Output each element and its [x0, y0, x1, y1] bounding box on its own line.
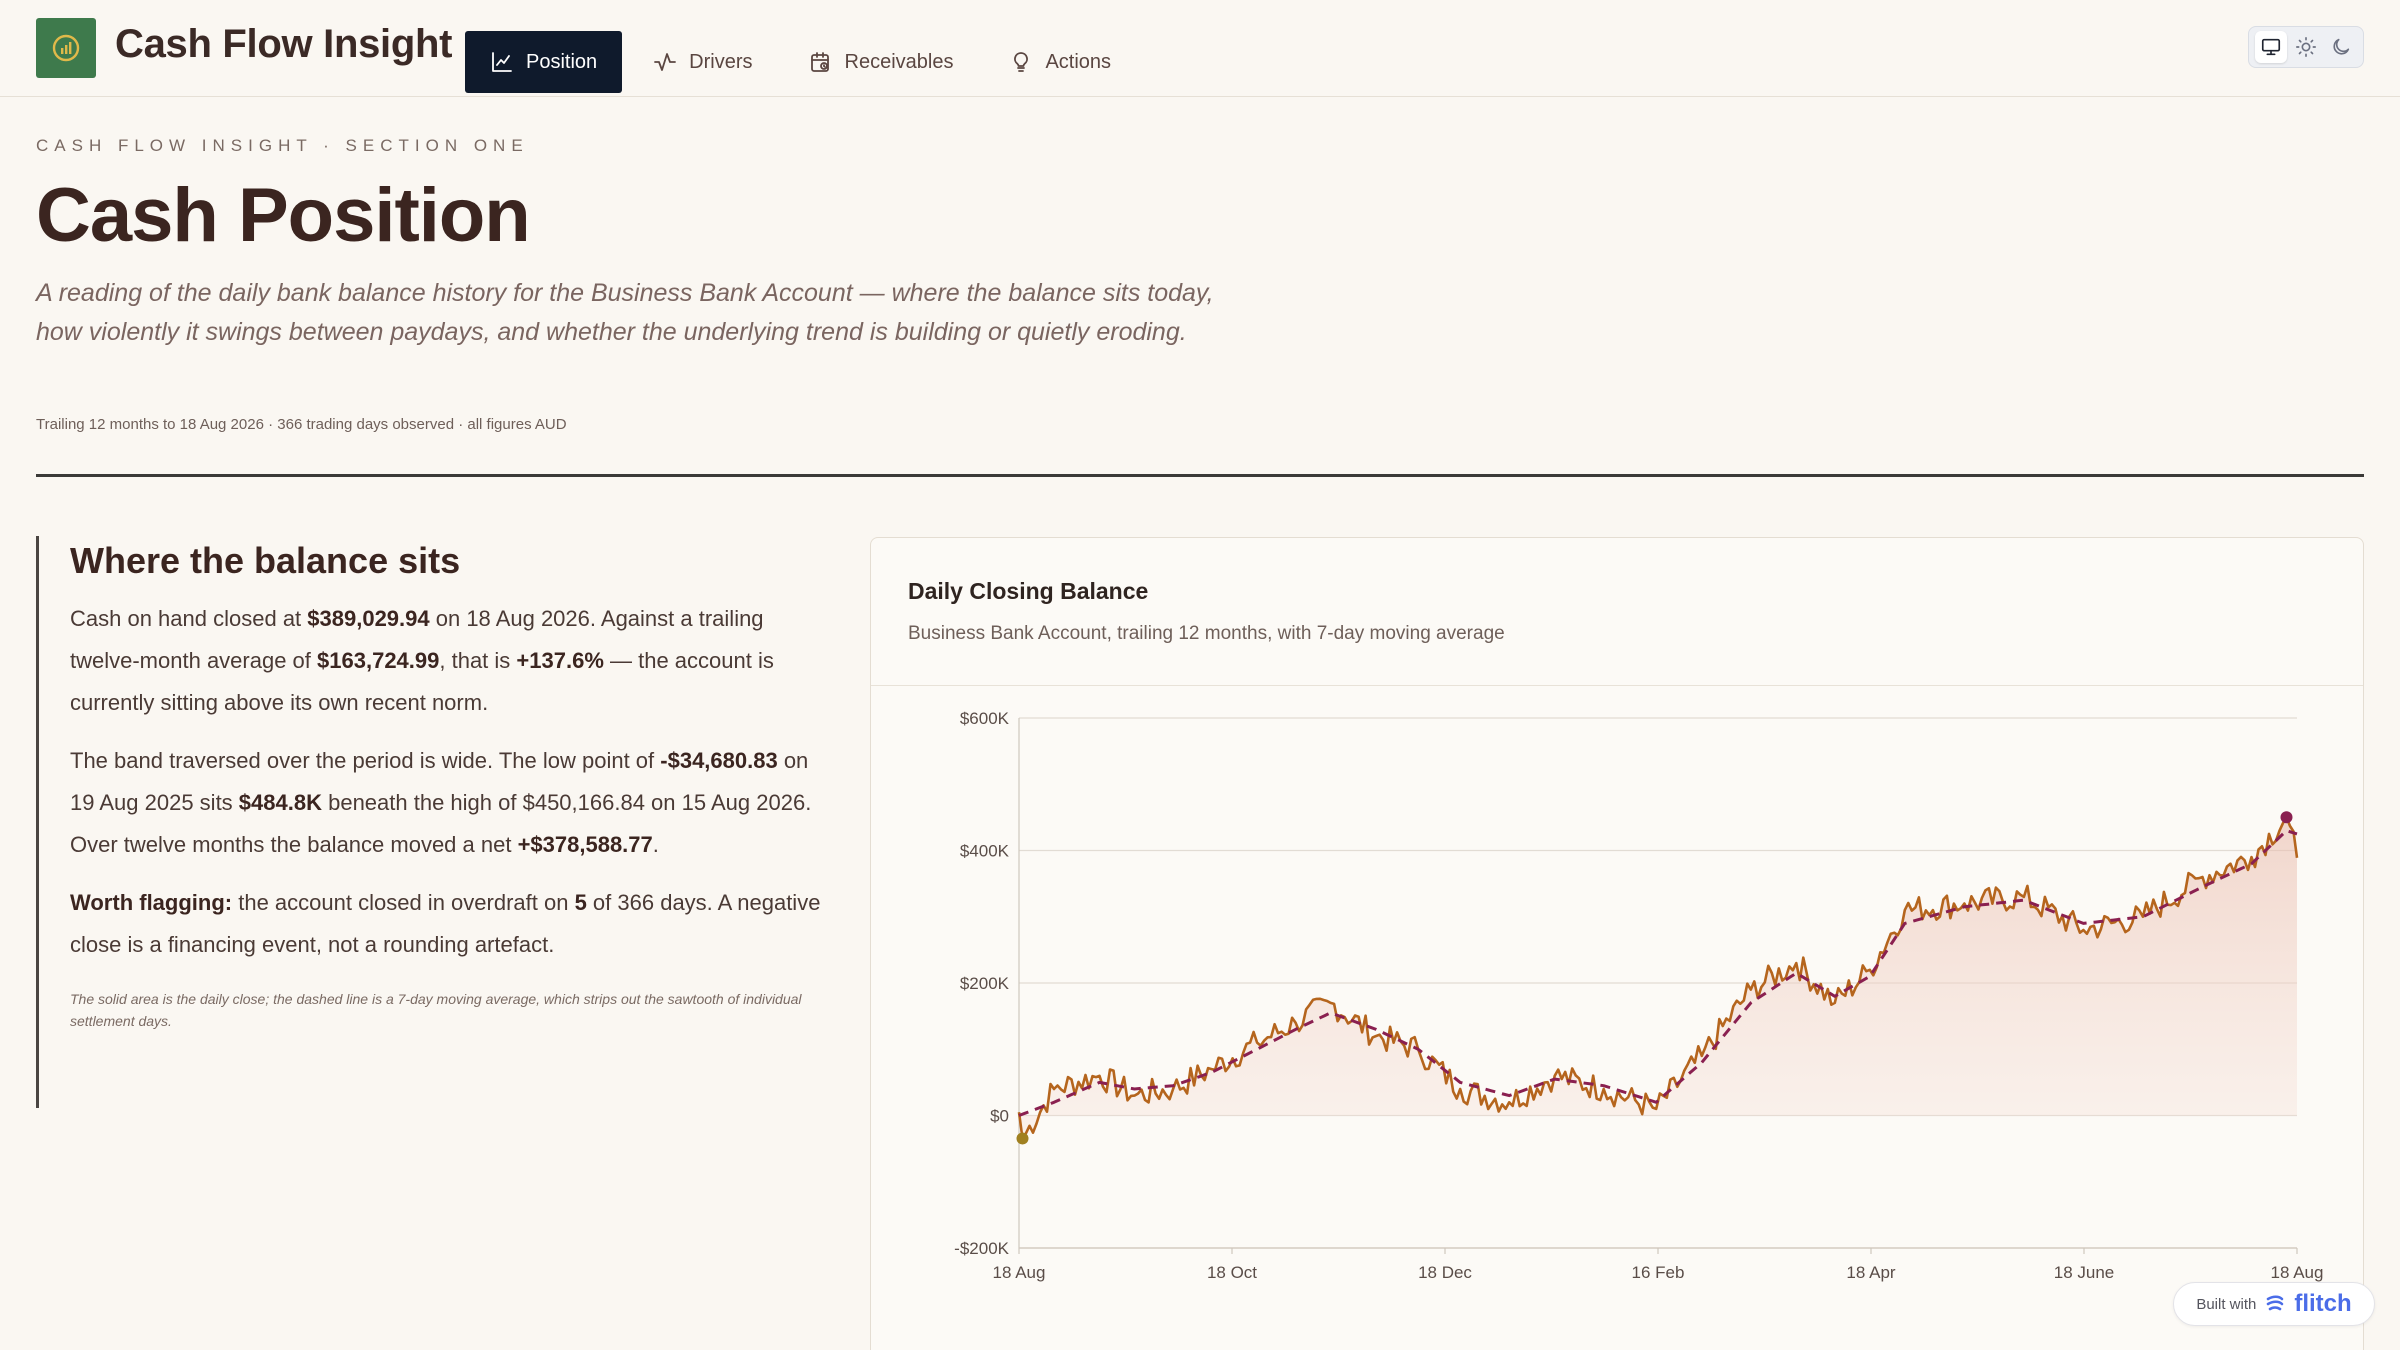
y-tick-label: $200K	[960, 974, 1010, 993]
text: , that is	[439, 648, 517, 673]
nav-tab-receivables[interactable]: Receivables	[784, 31, 979, 93]
average-balance: $163,724.99	[317, 648, 440, 673]
theme-light-button[interactable]	[2290, 31, 2322, 63]
extreme-point-marker[interactable]	[1016, 1132, 1029, 1145]
built-with-badge[interactable]: Built with flitch	[2173, 1282, 2375, 1326]
flag-label: Worth flagging:	[70, 890, 233, 915]
top-bar: Cash Flow Insight Position Drivers Recei…	[0, 0, 2400, 97]
low-balance: -$34,680.83	[660, 748, 778, 773]
badge-prefix: Built with	[2196, 1295, 2257, 1313]
chart-title: Daily Closing Balance	[908, 578, 1149, 604]
y-tick-label: $0	[990, 1107, 1009, 1126]
activity-icon	[654, 53, 677, 71]
chart-card-header: Daily Closing Balance Business Bank Acco…	[871, 538, 2363, 686]
net-movement: +$378,588.77	[517, 832, 653, 857]
closing-balance: $389,029.94	[307, 606, 430, 631]
text: .	[652, 832, 659, 857]
theme-dark-button[interactable]	[2325, 31, 2357, 63]
nav-tab-drivers[interactable]: Drivers	[628, 31, 777, 93]
text: The band traversed over the period is wi…	[70, 748, 661, 773]
moon-icon	[2333, 38, 2350, 55]
extreme-point-marker[interactable]	[2280, 811, 2293, 824]
pct-above-average: +137.6%	[516, 648, 604, 673]
range-gap: $484.8K	[238, 790, 322, 815]
x-tick-label: 18 Apr	[1846, 1263, 1895, 1282]
monitor-icon	[2261, 38, 2280, 56]
nav-tab-label: Actions	[1045, 50, 1112, 73]
lightbulb-icon	[1014, 52, 1029, 72]
app-title: Cash Flow Insight	[115, 22, 453, 66]
sun-icon	[2295, 37, 2316, 57]
chart-card: Daily Closing Balance Business Bank Acco…	[870, 537, 2364, 1350]
main-nav: Position Drivers Receivables Actions	[465, 31, 1136, 93]
nav-tab-label: Receivables	[844, 50, 954, 73]
section-divider	[36, 474, 2364, 477]
nav-tab-actions[interactable]: Actions	[984, 31, 1136, 93]
page-lede: A reading of the daily bank balance hist…	[36, 279, 1214, 346]
nav-tab-label: Drivers	[689, 50, 753, 73]
narrative-panel: Where the balance sits Cash on hand clos…	[36, 536, 826, 1108]
bar-chart-circle-icon	[52, 34, 80, 62]
narrative-paragraph: Cash on hand closed at $389,029.94 on 18…	[70, 598, 826, 724]
daily-close-area	[1019, 817, 2297, 1139]
y-tick-label: $400K	[960, 842, 1010, 861]
narrative-paragraph: The band traversed over the period is wi…	[70, 740, 826, 866]
overdraft-days: 5	[574, 890, 587, 915]
nav-tab-position[interactable]: Position	[465, 31, 623, 93]
x-tick-label: 18 Aug	[2271, 1263, 2324, 1282]
theme-system-button[interactable]	[2254, 31, 2287, 63]
badge-brand: flitch	[2294, 1290, 2352, 1317]
nav-tab-label: Position	[526, 50, 598, 73]
x-tick-label: 16 Feb	[1632, 1263, 1685, 1282]
narrative-title: Where the balance sits	[70, 540, 461, 581]
text: Cash on hand closed at	[70, 606, 308, 631]
text: the account closed in overdraft on	[232, 890, 575, 915]
line-chart-icon	[492, 52, 512, 72]
x-tick-label: 18 Oct	[1207, 1263, 1257, 1282]
x-tick-label: 18 Aug	[993, 1263, 1046, 1282]
calendar-clock-icon	[810, 52, 829, 72]
balance-chart[interactable]: $600K $400K $200K $0 -$200K 18 Aug 18 Oct 18 De…	[871, 688, 2365, 1350]
theme-switcher	[2248, 26, 2364, 68]
period-meta: Trailing 12 months to 18 Aug 2026 · 366 …	[36, 416, 567, 433]
y-tick-label: $600K	[960, 709, 1010, 728]
flitch-logo-icon	[2267, 1295, 2284, 1311]
chart-subtitle: Business Bank Account, trailing 12 month…	[908, 623, 1505, 644]
x-tick-label: 18 Dec	[1418, 1263, 1472, 1282]
app-logo[interactable]	[36, 18, 96, 78]
chart-footnote: The solid area is the daily close; the d…	[70, 991, 802, 1029]
y-tick-label: -$200K	[954, 1239, 1009, 1258]
section-eyebrow: CASH FLOW INSIGHT · SECTION ONE	[36, 136, 529, 155]
x-tick-label: 18 June	[2054, 1263, 2115, 1282]
narrative-paragraph: Worth flagging: the account closed in ov…	[70, 882, 826, 966]
page-title: Cash Position	[36, 173, 531, 258]
